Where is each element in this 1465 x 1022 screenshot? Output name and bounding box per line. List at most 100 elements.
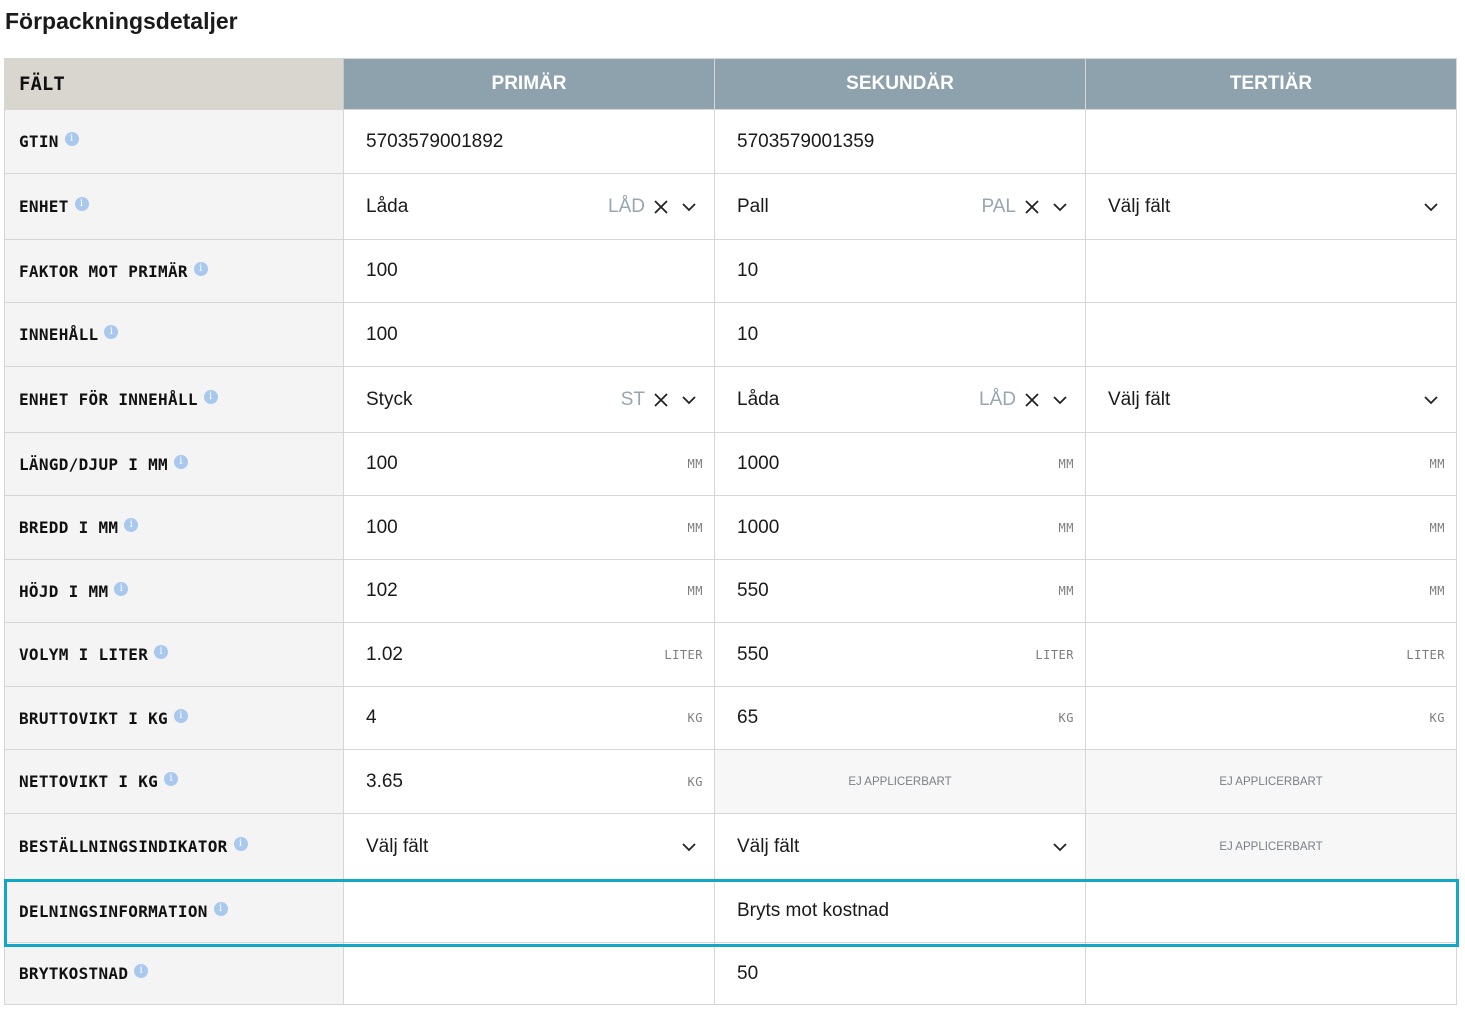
- info-icon[interactable]: i: [104, 325, 119, 339]
- factor-secondary-input[interactable]: 10: [714, 239, 1086, 303]
- unit-secondary-select[interactable]: Pall PAL: [714, 173, 1086, 240]
- break-cost-tertiary-input[interactable]: [1085, 942, 1457, 1005]
- factor-primary-input[interactable]: 100: [343, 239, 715, 303]
- input-value: 100: [366, 260, 398, 281]
- gross-weight-secondary-input[interactable]: 65 KG: [714, 686, 1086, 750]
- order-indicator-secondary-select[interactable]: Välj fält: [714, 813, 1086, 880]
- input-value: 10: [737, 260, 759, 281]
- info-icon[interactable]: i: [74, 197, 89, 211]
- unit-suffix: MM: [687, 584, 703, 598]
- unit-tertiary-select[interactable]: Välj fält: [1085, 173, 1457, 240]
- info-icon[interactable]: i: [114, 581, 129, 596]
- close-icon[interactable]: [653, 199, 669, 215]
- unit-suffix: MM: [1429, 520, 1445, 535]
- info-icon[interactable]: i: [124, 518, 139, 532]
- length-primary-input[interactable]: 100 MM: [343, 432, 715, 496]
- table-row-break-cost: BRYTKOSTNAD i 50: [4, 942, 1457, 1005]
- input-value: 5703579001892: [366, 130, 504, 152]
- break-cost-secondary-input[interactable]: 50: [714, 942, 1086, 1005]
- info-icon[interactable]: i: [134, 964, 149, 978]
- content-unit-primary-select[interactable]: Styck ST: [343, 366, 715, 433]
- gross-weight-primary-input[interactable]: 4 KG: [343, 686, 715, 750]
- input-value: 100: [366, 453, 398, 474]
- chevron-down-icon[interactable]: [681, 392, 697, 408]
- unit-primary-select[interactable]: Låda LÅD: [343, 173, 715, 240]
- packaging-details-table: FÄLT PRIMÄR SEKUNDÄR TERTIÄR GTIN i 57035…: [4, 58, 1457, 1005]
- info-icon[interactable]: i: [174, 708, 188, 723]
- table-row-volume: VOLYM I LITER i 1.02 LITER 550 LITER LITER: [4, 622, 1457, 687]
- chevron-down-icon[interactable]: [1423, 392, 1439, 408]
- unit-code: ST: [620, 388, 645, 410]
- page-title: Förpackningsdetaljer: [5, 8, 238, 34]
- content-unit-secondary-select[interactable]: Låda LÅD: [714, 366, 1086, 433]
- length-secondary-input[interactable]: 1000 MM: [714, 432, 1086, 496]
- volume-secondary-input[interactable]: 550 LITER: [714, 622, 1086, 687]
- close-icon[interactable]: [1024, 199, 1040, 215]
- unit-suffix: LITER: [1035, 647, 1074, 662]
- info-icon[interactable]: i: [164, 772, 179, 786]
- table-row-gtin: GTIN i 5703579001892 5703579001359: [4, 109, 1457, 174]
- close-icon[interactable]: [1024, 392, 1040, 408]
- field-label-gtin: GTIN i: [4, 109, 344, 174]
- gtin-primary-input[interactable]: 5703579001892: [343, 109, 715, 174]
- table-row-split-info: DELNINGSINFORMATION i Bryts mot kostnad: [4, 879, 1457, 943]
- field-label-text: BRYTKOSTNAD: [19, 964, 129, 983]
- content-unit-tertiary-select[interactable]: Välj fält: [1085, 366, 1457, 433]
- field-label-text: BRUTTOVIKT I KG: [19, 708, 168, 728]
- info-icon[interactable]: i: [233, 837, 248, 851]
- field-label-length: LÄNGD/DJUP I MM i: [4, 432, 344, 496]
- field-label-text: NETTOVIKT I KG: [19, 772, 159, 791]
- chevron-down-icon[interactable]: [681, 839, 697, 855]
- field-label-factor: FAKTOR MOT PRIMÄR i: [4, 239, 344, 303]
- table-row-gross-weight: BRUTTOVIKT I KG i 4 KG 65 KG KG: [4, 686, 1457, 750]
- chevron-down-icon[interactable]: [1052, 839, 1068, 855]
- field-label-volume: VOLYM I LITER i: [4, 622, 344, 687]
- info-icon[interactable]: i: [213, 901, 228, 916]
- field-label-width: BREDD I MM i: [4, 495, 344, 560]
- split-info-secondary-input[interactable]: Bryts mot kostnad: [714, 879, 1086, 943]
- chevron-down-icon[interactable]: [1052, 392, 1068, 408]
- info-icon[interactable]: i: [64, 132, 79, 146]
- height-secondary-input[interactable]: 550 MM: [714, 559, 1086, 623]
- select-placeholder: Välj fält: [737, 835, 800, 857]
- input-value: 100: [366, 323, 398, 345]
- volume-primary-input[interactable]: 1.02 LITER: [343, 622, 715, 687]
- factor-tertiary-input[interactable]: [1085, 239, 1457, 303]
- width-tertiary-input[interactable]: MM: [1085, 495, 1457, 560]
- content-secondary-input[interactable]: 10: [714, 302, 1086, 367]
- select-value: Låda: [366, 195, 409, 217]
- input-value: 50: [737, 962, 759, 984]
- not-applicable-text: EJ APPLICERBART: [1219, 775, 1323, 788]
- unit-code: PAL: [981, 195, 1016, 217]
- content-tertiary-input[interactable]: [1085, 302, 1457, 367]
- header-row: FÄLT PRIMÄR SEKUNDÄR TERTIÄR: [4, 58, 1457, 110]
- break-cost-primary-input[interactable]: [343, 942, 715, 1005]
- height-primary-input[interactable]: 102 MM: [343, 559, 715, 623]
- width-secondary-input[interactable]: 1000 MM: [714, 495, 1086, 560]
- not-applicable-text: EJ APPLICERBART: [1219, 840, 1323, 853]
- close-icon[interactable]: [653, 392, 669, 408]
- not-applicable-text: EJ APPLICERBART: [848, 775, 952, 788]
- volume-tertiary-input[interactable]: LITER: [1085, 622, 1457, 687]
- info-icon[interactable]: i: [154, 645, 169, 659]
- info-icon[interactable]: i: [203, 390, 218, 404]
- order-indicator-primary-select[interactable]: Välj fält: [343, 813, 715, 880]
- net-weight-primary-input[interactable]: 3.65 KG: [343, 749, 715, 814]
- unit-suffix: KG: [1429, 711, 1445, 725]
- split-info-tertiary-input[interactable]: [1085, 879, 1457, 943]
- field-label-unit: ENHET i: [4, 173, 344, 240]
- gtin-secondary-input[interactable]: 5703579001359: [714, 109, 1086, 174]
- length-tertiary-input[interactable]: MM: [1085, 432, 1457, 496]
- gtin-tertiary-input[interactable]: [1085, 109, 1457, 174]
- chevron-down-icon[interactable]: [1052, 199, 1068, 215]
- chevron-down-icon[interactable]: [1423, 199, 1439, 215]
- unit-code: LÅD: [979, 388, 1016, 410]
- height-tertiary-input[interactable]: MM: [1085, 559, 1457, 623]
- chevron-down-icon[interactable]: [681, 199, 697, 215]
- info-icon[interactable]: i: [193, 261, 208, 276]
- split-info-primary-input[interactable]: [343, 879, 715, 943]
- content-primary-input[interactable]: 100: [343, 302, 715, 367]
- info-icon[interactable]: i: [174, 454, 188, 469]
- width-primary-input[interactable]: 100 MM: [343, 495, 715, 560]
- gross-weight-tertiary-input[interactable]: KG: [1085, 686, 1457, 750]
